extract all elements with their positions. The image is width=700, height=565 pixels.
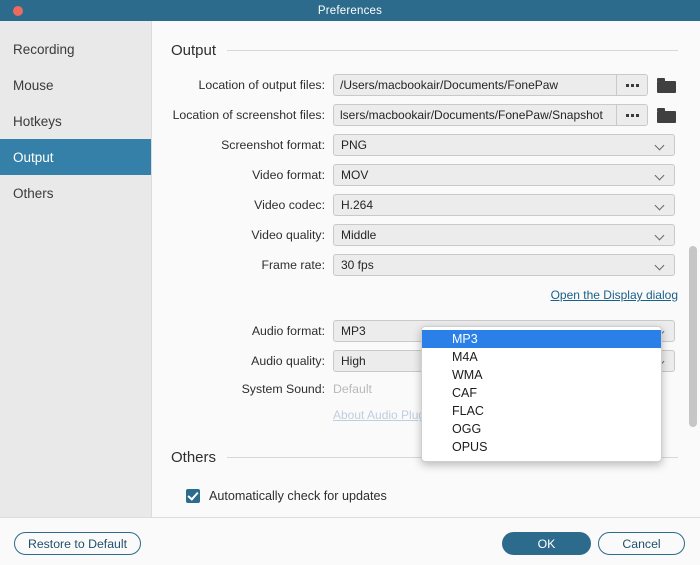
- footer-bar: Restore to Default OK Cancel: [0, 517, 700, 565]
- dot-icon: [630, 83, 634, 87]
- dropdown-option-flac[interactable]: FLAC: [422, 402, 661, 420]
- field-label: Video codec:: [254, 198, 325, 212]
- field-label: Screenshot format:: [221, 138, 325, 152]
- audio-format-dropdown-menu[interactable]: MP3 M4A WMA CAF FLAC OGG OPUS: [421, 326, 662, 462]
- field-row-video-quality: Video quality: Middle: [153, 220, 700, 250]
- screenshot-location-input[interactable]: lsers/macbookair/Documents/FonePaw/Snaps…: [333, 104, 616, 126]
- dropdown-option-label: M4A: [452, 350, 478, 364]
- section-title: Output: [171, 42, 217, 59]
- folder-icon[interactable]: [657, 77, 676, 93]
- section-divider: [227, 50, 678, 51]
- title-bar: Preferences: [0, 0, 700, 21]
- sidebar-item-label: Recording: [13, 41, 75, 57]
- field-label: Audio format:: [251, 324, 325, 338]
- video-format-select[interactable]: MOV: [333, 164, 675, 186]
- dot-icon: [625, 113, 629, 117]
- dropdown-option-mp3[interactable]: MP3: [422, 330, 661, 348]
- screenshot-location-browse-button[interactable]: [616, 104, 648, 126]
- sidebar-item-hotkeys[interactable]: Hotkeys: [0, 103, 151, 139]
- system-sound-label: System Sound:: [241, 382, 325, 396]
- dot-icon: [635, 83, 639, 87]
- dropdown-option-wma[interactable]: WMA: [422, 366, 661, 384]
- field-label: Video quality:: [251, 228, 325, 242]
- field-label: Location of output files:: [198, 78, 325, 92]
- preferences-window: Preferences Recording Mouse Hotkeys Outp…: [0, 0, 700, 565]
- dropdown-option-label: CAF: [452, 386, 477, 400]
- restore-to-default-button[interactable]: Restore to Default: [14, 532, 141, 555]
- dropdown-option-label: MP3: [452, 332, 478, 346]
- field-row-video-codec: Video codec: H.264: [153, 190, 700, 220]
- sidebar-item-output[interactable]: Output: [0, 139, 151, 175]
- field-label: Location of screenshot files:: [172, 108, 325, 122]
- auto-update-row[interactable]: Automatically check for updates: [153, 489, 700, 503]
- auto-update-checkbox[interactable]: [186, 489, 200, 503]
- select-value: PNG: [341, 138, 368, 152]
- dropdown-option-label: OGG: [452, 422, 482, 436]
- sidebar-item-label: Mouse: [13, 77, 54, 93]
- field-row-video-format: Video format: MOV: [153, 160, 700, 190]
- select-value: Middle: [341, 228, 377, 242]
- select-value: MP3: [341, 324, 366, 338]
- field-row-screenshot-location: Location of screenshot files: lsers/macb…: [153, 100, 700, 130]
- vertical-scrollbar[interactable]: [689, 22, 697, 516]
- chevron-down-icon: [656, 142, 665, 151]
- section-title: Others: [171, 449, 217, 466]
- close-dot-icon[interactable]: [13, 6, 23, 16]
- screenshot-location-group: lsers/macbookair/Documents/FonePaw/Snaps…: [333, 104, 648, 126]
- chevron-down-icon: [656, 262, 665, 271]
- dropdown-option-m4a[interactable]: M4A: [422, 348, 661, 366]
- output-location-input[interactable]: /Users/macbookair/Documents/FonePaw: [333, 74, 616, 96]
- sidebar-item-label: Output: [13, 149, 54, 165]
- ok-button[interactable]: OK: [502, 532, 591, 555]
- display-dialog-link-row: Open the Display dialog: [153, 288, 700, 302]
- field-label: Audio quality:: [251, 354, 325, 368]
- select-value: 30 fps: [341, 258, 374, 272]
- dropdown-option-label: WMA: [452, 368, 483, 382]
- output-section-header: Output: [153, 42, 700, 59]
- cancel-button[interactable]: Cancel: [598, 532, 685, 555]
- video-quality-select[interactable]: Middle: [333, 224, 675, 246]
- sidebar-item-label: Others: [13, 185, 54, 201]
- dropdown-option-caf[interactable]: CAF: [422, 384, 661, 402]
- scrollbar-thumb[interactable]: [689, 246, 697, 427]
- field-label: Video format:: [252, 168, 325, 182]
- dot-icon: [630, 113, 634, 117]
- auto-update-label: Automatically check for updates: [209, 489, 387, 503]
- sidebar: Recording Mouse Hotkeys Output Others: [0, 21, 152, 517]
- output-location-group: /Users/macbookair/Documents/FonePaw: [333, 74, 648, 96]
- field-label: Frame rate:: [261, 258, 325, 272]
- sidebar-item-recording[interactable]: Recording: [0, 31, 151, 67]
- chevron-down-icon: [656, 172, 665, 181]
- system-sound-value[interactable]: Default: [333, 382, 372, 396]
- frame-rate-select[interactable]: 30 fps: [333, 254, 675, 276]
- folder-icon[interactable]: [657, 107, 676, 123]
- video-codec-select[interactable]: H.264: [333, 194, 675, 216]
- dropdown-option-label: FLAC: [452, 404, 484, 418]
- sidebar-item-mouse[interactable]: Mouse: [0, 67, 151, 103]
- select-value: High: [341, 354, 366, 368]
- select-value: H.264: [341, 198, 374, 212]
- select-value: MOV: [341, 168, 369, 182]
- field-row-frame-rate: Frame rate: 30 fps: [153, 250, 700, 280]
- open-display-dialog-link[interactable]: Open the Display dialog: [551, 288, 678, 302]
- chevron-down-icon: [656, 202, 665, 211]
- chevron-down-icon: [656, 232, 665, 241]
- dropdown-option-opus[interactable]: OPUS: [422, 438, 661, 456]
- dropdown-option-ogg[interactable]: OGG: [422, 420, 661, 438]
- field-row-output-location: Location of output files: /Users/macbook…: [153, 70, 700, 100]
- dot-icon: [625, 83, 629, 87]
- window-title: Preferences: [317, 4, 383, 17]
- sidebar-item-others[interactable]: Others: [0, 175, 151, 211]
- dot-icon: [635, 113, 639, 117]
- field-row-screenshot-format: Screenshot format: PNG: [153, 130, 700, 160]
- output-location-browse-button[interactable]: [616, 74, 648, 96]
- screenshot-format-select[interactable]: PNG: [333, 134, 675, 156]
- sidebar-item-label: Hotkeys: [13, 113, 62, 129]
- dropdown-option-label: OPUS: [452, 440, 488, 454]
